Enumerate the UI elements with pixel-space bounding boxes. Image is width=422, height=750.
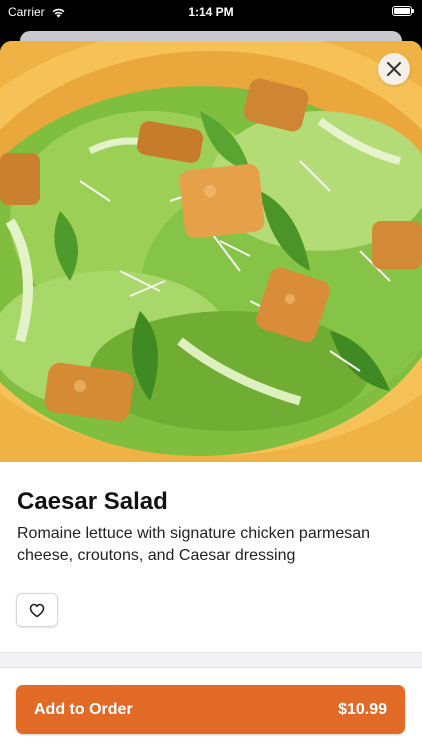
status-time: 1:14 PM — [188, 5, 234, 19]
salad-image — [0, 41, 422, 462]
item-description: Romaine lettuce with signature chicken p… — [17, 525, 371, 564]
item-price: $10.99 — [338, 700, 387, 718]
close-button[interactable] — [378, 53, 410, 85]
section-divider — [0, 652, 422, 667]
close-icon — [387, 62, 401, 76]
add-to-order-label: Add to Order — [34, 700, 133, 718]
battery-icon — [392, 6, 414, 16]
item-detail-sheet: Caesar Salad Romaine lettuce with signat… — [0, 41, 422, 750]
order-footer: Add to Order $10.99 — [0, 667, 422, 750]
status-bar: Carrier 1:14 PM — [0, 0, 422, 24]
favorite-button[interactable] — [16, 593, 58, 627]
heart-outline-icon — [29, 603, 45, 617]
add-to-order-button[interactable]: Add to Order $10.99 — [16, 685, 405, 734]
item-photo — [0, 41, 422, 462]
item-title: Caesar Salad — [17, 488, 168, 515]
